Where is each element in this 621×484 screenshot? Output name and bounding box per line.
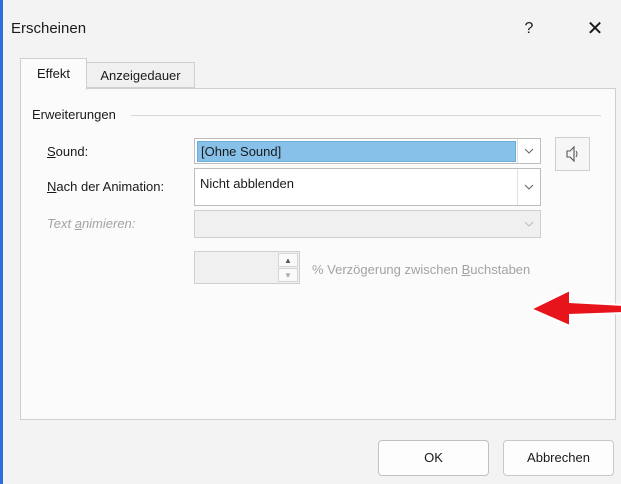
sound-label-mnemonic: S	[47, 144, 56, 159]
spin-up-icon[interactable]: ▲	[278, 253, 298, 267]
speaker-icon	[565, 145, 577, 163]
sound-select-value: [Ohne Sound]	[197, 141, 516, 162]
animate-text-label: Text animieren:	[47, 216, 135, 231]
spin-down-icon[interactable]: ▼	[278, 268, 298, 282]
animate-text-select[interactable]	[194, 210, 541, 238]
tab-effekt[interactable]: Effekt	[20, 58, 87, 90]
delay-label: % Verzögerung zwischen Buchstaben	[312, 262, 530, 277]
sound-select[interactable]: [Ohne Sound]	[194, 138, 541, 164]
cancel-button[interactable]: Abbrechen	[503, 440, 614, 476]
group-title: Erweiterungen	[32, 107, 116, 122]
ok-button[interactable]: OK	[378, 440, 489, 476]
red-arrow-icon	[528, 288, 621, 328]
animate-text-label-rest: nimieren:	[81, 216, 136, 231]
chevron-down-icon[interactable]	[517, 139, 540, 163]
chevron-down-icon[interactable]	[518, 211, 540, 237]
delay-spinner[interactable]: ▲ ▼	[194, 251, 300, 284]
animate-text-label-mnemonic: a	[74, 216, 82, 231]
after-animation-label-rest: ach der Animation:	[56, 179, 165, 194]
help-button[interactable]: ?	[509, 12, 549, 46]
after-animation-label-mnemonic: N	[47, 179, 57, 194]
animate-text-select-value	[197, 213, 200, 233]
title-bar: Erscheinen ? ✕	[3, 0, 621, 56]
animate-text-label-prefix: Text	[47, 216, 75, 231]
chevron-down-icon[interactable]	[517, 169, 540, 205]
effect-dialog: Erscheinen ? ✕ Effekt Anzeigedauer Erwei…	[0, 0, 621, 484]
tab-anzeigedauer[interactable]: Anzeigedauer	[87, 62, 195, 88]
close-button[interactable]: ✕	[573, 12, 617, 46]
after-animation-select-value: Nicht abblenden	[200, 176, 294, 191]
sound-preview-button[interactable]	[555, 137, 590, 171]
delay-label-prefix: % Verzögerung zwischen	[312, 262, 462, 277]
delay-label-rest: uchstaben	[470, 262, 531, 277]
after-animation-label: Nach der Animation:	[47, 179, 164, 194]
after-animation-select[interactable]: Nicht abblenden	[194, 168, 541, 206]
delay-label-mnemonic: B	[461, 262, 471, 277]
sound-label: Sound:	[47, 144, 88, 159]
group-divider	[131, 115, 601, 116]
dialog-title: Erscheinen	[11, 20, 87, 37]
sound-label-rest: ound:	[55, 144, 89, 159]
